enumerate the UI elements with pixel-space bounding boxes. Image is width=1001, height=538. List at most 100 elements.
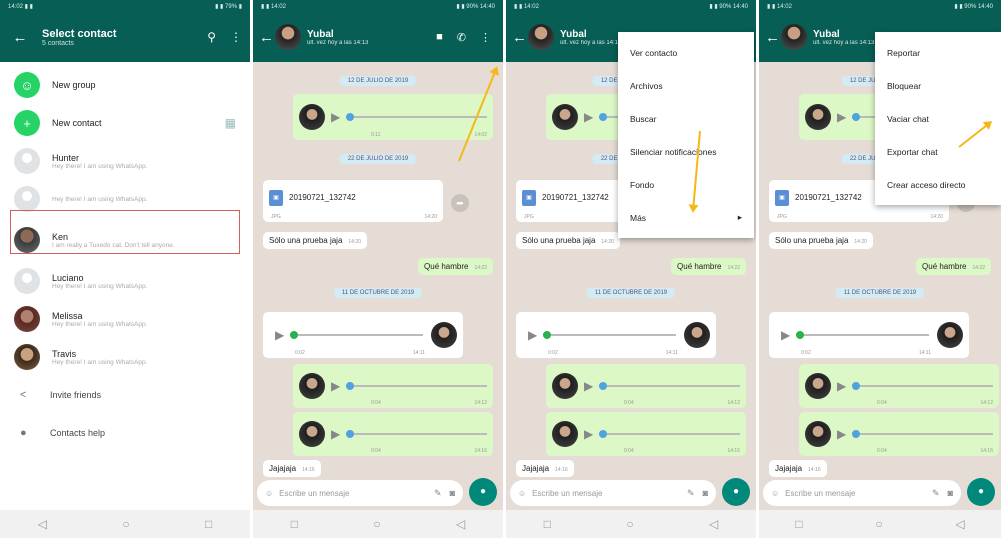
menu-item-ver-contacto[interactable]: Ver contacto <box>618 36 754 69</box>
seek-handle[interactable] <box>346 430 355 438</box>
audio-track[interactable] <box>290 331 423 339</box>
nav-home-icon[interactable]: ○ <box>373 517 380 531</box>
qr-code-icon[interactable]: ▦ <box>225 116 236 130</box>
voice-message[interactable]: ▶ 0:04 14:12 <box>799 364 999 408</box>
attach-icon[interactable]: ✎ <box>932 488 940 499</box>
avatar[interactable] <box>781 24 807 50</box>
message-input[interactable]: ☺ Escribe un mensaje ✎ ◙ <box>257 480 463 506</box>
seek-handle[interactable] <box>796 331 805 339</box>
avatar[interactable] <box>275 24 301 50</box>
seek-handle[interactable] <box>852 382 861 390</box>
voice-message[interactable]: ▶ 0:04 14:16 <box>293 412 493 456</box>
contact-row[interactable]: Luciano Hey there! I am using WhatsApp. <box>0 262 250 300</box>
menu-item-crear-acceso-directo[interactable]: Crear acceso directo <box>875 168 1001 201</box>
attach-icon[interactable]: ✎ <box>434 488 442 499</box>
menu-item-reportar[interactable]: Reportar <box>875 36 1001 69</box>
audio-track[interactable] <box>346 430 487 438</box>
nav-home-icon[interactable]: ○ <box>626 517 633 531</box>
play-icon[interactable]: ▶ <box>528 328 537 342</box>
audio-track[interactable] <box>796 331 929 339</box>
forward-icon[interactable]: ➦ <box>451 194 469 212</box>
camera-icon[interactable]: ◙ <box>450 488 455 498</box>
menu-item-buscar[interactable]: Buscar <box>618 102 754 135</box>
play-icon[interactable]: ▶ <box>584 379 593 393</box>
emoji-icon[interactable]: ☺ <box>771 489 779 498</box>
play-icon[interactable]: ▶ <box>584 110 593 124</box>
audio-track[interactable] <box>599 382 740 390</box>
new-contact-row[interactable]: + New contact ▦ <box>0 104 250 142</box>
back-arrow-icon[interactable]: ← <box>512 29 527 46</box>
play-icon[interactable]: ▶ <box>331 427 340 441</box>
audio-track[interactable] <box>852 430 993 438</box>
nav-back-icon[interactable]: ◁ <box>456 517 465 531</box>
contacts-help-row[interactable]: ● Contacts help <box>0 414 250 452</box>
search-icon[interactable]: ⚲ <box>207 30 216 44</box>
nav-recents-icon[interactable]: □ <box>795 517 802 531</box>
text-message[interactable]: Qué hambre 14:22 <box>916 258 991 275</box>
seek-handle[interactable] <box>599 430 608 438</box>
play-icon[interactable]: ▶ <box>584 427 593 441</box>
nav-home-icon[interactable]: ○ <box>122 517 129 531</box>
seek-handle[interactable] <box>852 113 861 121</box>
text-message[interactable]: Qué hambre 14:22 <box>671 258 746 275</box>
nav-back-icon[interactable]: ◁ <box>38 517 47 531</box>
audio-track[interactable] <box>346 382 487 390</box>
play-icon[interactable]: ▶ <box>781 328 790 342</box>
contact-row[interactable]: Hunter Hey there! I am using WhatsApp. <box>0 142 250 180</box>
seek-handle[interactable] <box>599 382 608 390</box>
menu-item-silenciar[interactable]: Silenciar notificaciones <box>618 135 754 168</box>
emoji-icon[interactable]: ☺ <box>518 489 526 498</box>
voice-message[interactable]: ▶ 0:04 14:16 <box>799 412 999 456</box>
emoji-icon[interactable]: ☺ <box>265 489 273 498</box>
nav-back-icon[interactable]: ◁ <box>955 517 964 531</box>
seek-handle[interactable] <box>852 430 861 438</box>
audio-track[interactable] <box>599 430 740 438</box>
play-icon[interactable]: ▶ <box>837 427 846 441</box>
chat-title-block[interactable]: Yubal últ. vez hoy a las 14:13 <box>307 29 436 46</box>
seek-handle[interactable] <box>543 331 552 339</box>
voice-message[interactable]: ▶ 0:04 14:16 <box>546 412 746 456</box>
text-message[interactable]: Jajajaja 14:16 <box>263 460 321 477</box>
nav-recents-icon[interactable]: □ <box>291 517 298 531</box>
file-message[interactable]: ▣ 20190721_132742 JPG 14:20 <box>263 180 443 222</box>
mic-button[interactable]: ● <box>967 478 995 506</box>
text-message[interactable]: Sólo una prueba jaja 14:20 <box>516 232 620 249</box>
more-vert-icon[interactable]: ⋮ <box>480 31 491 44</box>
audio-track[interactable] <box>346 113 487 121</box>
voice-message[interactable]: ▶ 0:02 14:11 <box>769 312 969 358</box>
nav-recents-icon[interactable]: □ <box>205 517 212 531</box>
back-arrow-icon[interactable]: ← <box>259 29 274 46</box>
text-message[interactable]: Qué hambre 14:22 <box>418 258 493 275</box>
audio-track[interactable] <box>852 382 993 390</box>
play-icon[interactable]: ▶ <box>331 379 340 393</box>
nav-back-icon[interactable]: ◁ <box>709 517 718 531</box>
voice-message[interactable]: ▶ 0:04 14:12 <box>546 364 746 408</box>
text-message[interactable]: Jajajaja 14:16 <box>769 460 827 477</box>
voice-message[interactable]: ▶ 0:02 14:11 <box>516 312 716 358</box>
back-arrow-icon[interactable]: ← <box>765 29 780 46</box>
menu-item-bloquear[interactable]: Bloquear <box>875 69 1001 102</box>
seek-handle[interactable] <box>599 113 608 121</box>
nav-recents-icon[interactable]: □ <box>544 517 551 531</box>
message-input[interactable]: ☺ Escribe un mensaje ✎ ◙ <box>763 480 961 506</box>
text-message[interactable]: Sólo una prueba jaja 14:20 <box>769 232 873 249</box>
seek-handle[interactable] <box>346 113 355 121</box>
contact-row[interactable]: Travis Hey there! I am using WhatsApp. <box>0 338 250 376</box>
audio-track[interactable] <box>543 331 676 339</box>
menu-item-fondo[interactable]: Fondo <box>618 168 754 201</box>
seek-handle[interactable] <box>346 382 355 390</box>
mic-button[interactable]: ● <box>722 478 750 506</box>
menu-item-mas[interactable]: Más ▸ <box>618 201 754 234</box>
more-vert-icon[interactable]: ⋮ <box>230 30 242 44</box>
play-icon[interactable]: ▶ <box>331 110 340 124</box>
text-message[interactable]: Jajajaja 14:16 <box>516 460 574 477</box>
voice-message[interactable]: ▶ 0:11 14:02 <box>293 94 493 140</box>
message-input[interactable]: ☺ Escribe un mensaje ✎ ◙ <box>510 480 716 506</box>
camera-icon[interactable]: ◙ <box>703 488 708 498</box>
play-icon[interactable]: ▶ <box>837 110 846 124</box>
contact-row[interactable]: Melissa Hey there! I am using WhatsApp. <box>0 300 250 338</box>
invite-friends-row[interactable]: < Invite friends <box>0 376 250 414</box>
seek-handle[interactable] <box>290 331 299 339</box>
menu-item-archivos[interactable]: Archivos <box>618 69 754 102</box>
attach-icon[interactable]: ✎ <box>687 488 695 499</box>
